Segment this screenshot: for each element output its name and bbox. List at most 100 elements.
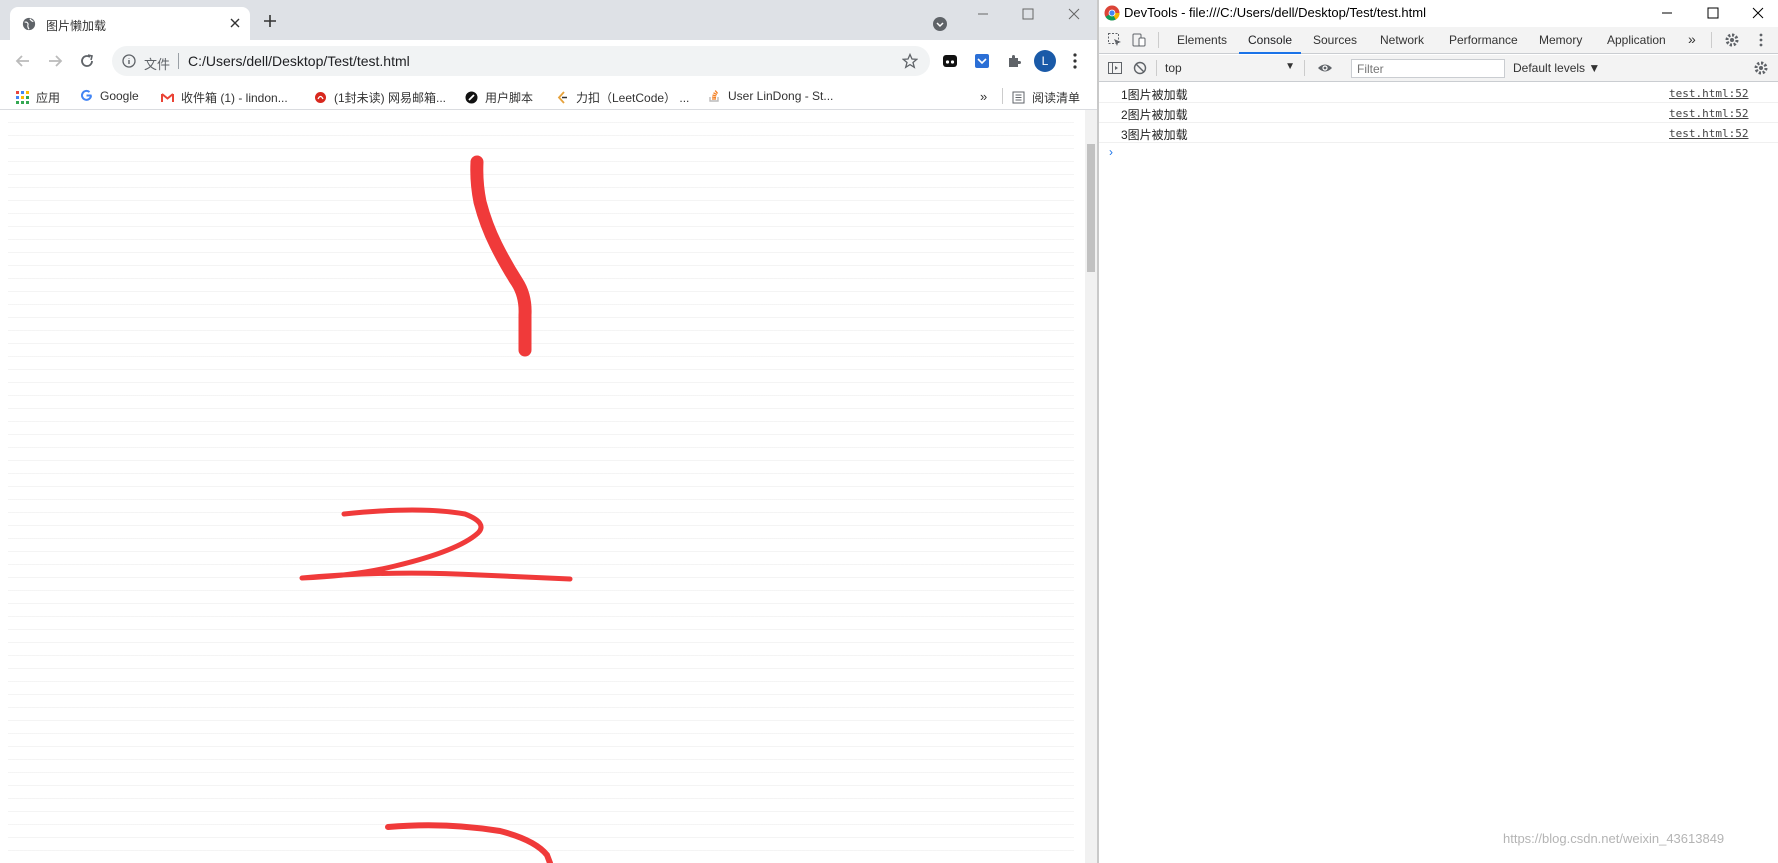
devtools-titlebar: DevTools - file:///C:/Users/dell/Desktop… (1099, 0, 1778, 27)
sidebar-toggle-icon[interactable] (1107, 60, 1123, 76)
log-message: 2图片被加载 (1121, 108, 1188, 122)
devtools-title: DevTools - file:///C:/Users/dell/Desktop… (1124, 5, 1426, 20)
bookmark-netease-mail[interactable]: (1封未读) 网易邮箱... (314, 89, 446, 105)
log-row: 1图片被加载 test.html:52 (1099, 83, 1778, 103)
extension-blue-icon[interactable] (974, 53, 990, 69)
live-expression-eye-icon[interactable] (1317, 60, 1333, 76)
more-tabs-icon[interactable]: » (1688, 31, 1696, 47)
bookmarks-overflow-icon[interactable]: » (980, 89, 987, 105)
log-source-link[interactable]: test.html:52 (1669, 107, 1748, 120)
tab-memory[interactable]: Memory (1539, 33, 1582, 47)
tab-sources[interactable]: Sources (1313, 33, 1357, 47)
image-digit-1 (470, 155, 532, 357)
bookmark-apps[interactable]: 应用 (16, 89, 60, 105)
clear-console-icon[interactable] (1132, 60, 1148, 76)
settings-gear-icon[interactable] (1724, 32, 1740, 48)
bookmark-google[interactable]: Google (80, 89, 139, 105)
lazy-loaded-images (299, 155, 573, 863)
tab-title: 图片懒加载 (46, 19, 107, 33)
browser-window: 图片懒加载 文件 C:/Users/dell/Desktop/Test/test… (0, 0, 1097, 863)
browser-tab[interactable]: 图片懒加载 (10, 7, 250, 41)
inspect-element-icon[interactable] (1107, 32, 1123, 48)
bookmark-stackoverflow[interactable]: User LinDong - St... (708, 89, 833, 105)
bookmark-label: Google (100, 89, 139, 103)
tab-search-icon[interactable] (933, 17, 947, 31)
browser-toolbar: 文件 C:/Users/dell/Desktop/Test/test.html … (0, 40, 1097, 82)
close-window-icon[interactable] (1066, 6, 1082, 22)
tab-network[interactable]: Network (1380, 33, 1424, 47)
apps-grid-icon (16, 91, 29, 104)
address-bar[interactable]: 文件 C:/Users/dell/Desktop/Test/test.html (112, 46, 930, 76)
watermark: https://blog.csdn.net/weixin_43613849 (1503, 831, 1725, 846)
bookmark-label: User LinDong - St... (728, 89, 834, 103)
console-toolbar: top ▼ Default levels ▼ (1099, 55, 1778, 82)
back-icon[interactable] (14, 52, 32, 70)
console-settings-gear-icon[interactable] (1753, 60, 1769, 76)
tab-elements[interactable]: Elements (1177, 33, 1227, 47)
close-tab-icon[interactable] (228, 16, 242, 30)
close-window-icon[interactable] (1750, 5, 1766, 21)
maximize-icon[interactable] (1020, 6, 1036, 22)
image-digit-3 (385, 822, 553, 863)
stackoverflow-icon (709, 90, 719, 102)
userscript-icon (465, 91, 478, 104)
reading-list-label: 阅读清单 (1032, 91, 1081, 105)
devtools-tabbar: Elements Console Sources Network Perform… (1099, 27, 1778, 54)
bookmark-label: 力扣（LeetCode） ... (576, 91, 690, 105)
bookmark-label: 应用 (36, 91, 61, 105)
url-text[interactable]: C:/Users/dell/Desktop/Test/test.html (188, 53, 410, 69)
log-source-link[interactable]: test.html:52 (1669, 87, 1748, 100)
extension-black-icon[interactable] (942, 53, 958, 69)
log-message: 3图片被加载 (1121, 128, 1188, 142)
leetcode-icon (557, 91, 567, 104)
scroll-thumb[interactable] (1087, 144, 1095, 272)
bookmark-label: (1封未读) 网易邮箱... (334, 91, 447, 105)
forward-icon[interactable] (46, 52, 64, 70)
page-scrollbar[interactable] (1085, 110, 1097, 863)
divider (1156, 60, 1157, 76)
minimize-icon[interactable] (975, 6, 991, 22)
log-row: 3图片被加载 test.html:52 (1099, 123, 1778, 143)
google-icon (81, 89, 92, 101)
reading-list-icon (1012, 91, 1025, 104)
image-digit-2 (299, 507, 573, 582)
globe-icon (22, 17, 36, 31)
divider (1304, 60, 1305, 76)
reload-icon[interactable] (78, 52, 96, 70)
menu-dots-icon[interactable] (1072, 52, 1078, 70)
device-toolbar-icon[interactable] (1131, 32, 1147, 48)
reading-list[interactable]: 阅读清单 (1012, 89, 1080, 105)
chrome-logo-icon (1104, 5, 1120, 21)
info-icon[interactable] (122, 54, 136, 68)
minimize-icon[interactable] (1659, 5, 1675, 21)
console-output: 1图片被加载 test.html:52 2图片被加载 test.html:52 … (1099, 83, 1778, 863)
log-levels-dropdown[interactable]: Default levels ▼ (1513, 61, 1600, 75)
dropdown-caret-icon: ▼ (1285, 61, 1295, 72)
active-tab-indicator (1239, 52, 1301, 54)
netease-mail-icon (315, 92, 326, 103)
divider (1711, 32, 1712, 48)
filter-input[interactable] (1351, 59, 1505, 78)
gmail-icon (161, 93, 174, 102)
tab-performance[interactable]: Performance (1449, 33, 1518, 47)
devtools-menu-icon[interactable] (1753, 32, 1769, 48)
bookmark-label: 收件箱 (1) - lindon... (181, 91, 288, 105)
devtools-window: DevTools - file:///C:/Users/dell/Desktop… (1099, 0, 1778, 863)
bookmark-gmail[interactable]: 收件箱 (1) - lindon... (161, 89, 288, 105)
bookmark-label: 用户脚本 (485, 91, 534, 105)
tab-console[interactable]: Console (1248, 33, 1292, 47)
context-select[interactable]: top ▼ (1165, 61, 1295, 77)
extensions-puzzle-icon[interactable] (1006, 53, 1022, 69)
bookmark-star-icon[interactable] (902, 53, 918, 69)
tab-application[interactable]: Application (1607, 33, 1666, 47)
bookmark-userscript[interactable]: 用户脚本 (465, 89, 533, 105)
profile-avatar[interactable]: L (1034, 50, 1056, 72)
console-prompt[interactable]: › (1109, 145, 1113, 159)
bookmarks-bar: 应用 Google 收件箱 (1) - lindon... (1封未读) 网易邮… (0, 82, 1097, 110)
log-message: 1图片被加载 (1121, 88, 1188, 102)
tab-strip: 图片懒加载 (0, 0, 1097, 41)
maximize-icon[interactable] (1705, 5, 1721, 21)
bookmark-leetcode[interactable]: 力扣（LeetCode） ... (556, 89, 689, 105)
log-source-link[interactable]: test.html:52 (1669, 127, 1748, 140)
new-tab-icon[interactable] (262, 13, 278, 29)
